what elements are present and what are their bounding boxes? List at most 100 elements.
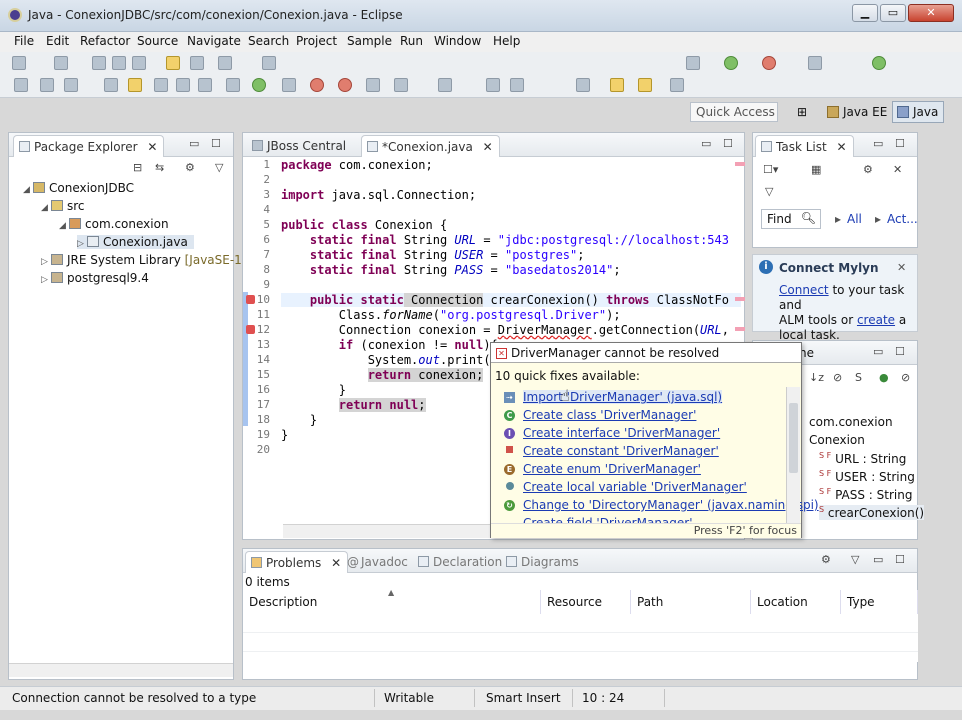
tab-package-explorer[interactable]: Package Explorer ✕ <box>13 135 165 157</box>
debug-gear-icon[interactable] <box>686 56 700 70</box>
quick-fix-create-field[interactable]: Create field 'DriverManager' <box>523 516 693 523</box>
terminate-icon[interactable] <box>486 78 500 92</box>
tree-item-java-file[interactable]: ▷ Conexion.java <box>77 235 194 249</box>
maximize-icon[interactable]: ☐ <box>895 137 905 150</box>
link-editor-icon[interactable]: ⇆ <box>155 161 164 174</box>
maximize-icon[interactable]: ☐ <box>895 345 905 358</box>
minimize-icon[interactable]: ▭ <box>189 137 199 150</box>
quick-fix-change-to[interactable]: Change to 'DirectoryManager' (javax.nami… <box>523 498 819 512</box>
chevron-down-icon[interactable]: ▽ <box>215 161 223 174</box>
quick-fix-create-constant[interactable]: Create constant 'DriverManager' <box>523 444 719 458</box>
task-find-input[interactable]: Find 🔍︎ <box>761 209 821 229</box>
outline-item[interactable]: Conexion <box>809 433 865 447</box>
comment-icon[interactable] <box>226 78 240 92</box>
close-icon[interactable]: ✕ <box>897 261 906 274</box>
sort-icon[interactable]: ↓z <box>809 371 824 384</box>
column-type[interactable]: Type <box>841 590 918 614</box>
tab-declaration[interactable]: Declaration <box>413 551 508 573</box>
close-icon[interactable]: ✕ <box>483 140 493 154</box>
maximize-button[interactable]: ▭ <box>880 4 906 22</box>
publish-icon[interactable] <box>190 56 204 70</box>
close-button[interactable]: ✕ <box>908 4 954 22</box>
quick-fix-scrollbar[interactable] <box>786 387 800 523</box>
focus-icon[interactable]: ⚙ <box>863 163 873 176</box>
overview-error-mark[interactable] <box>735 297 745 301</box>
tab-diagrams[interactable]: Diagrams <box>501 551 585 573</box>
minimize-icon[interactable]: ▭ <box>701 137 711 150</box>
tab-jboss-central[interactable]: JBoss Central <box>247 135 352 157</box>
outline-item[interactable]: S crearConexion() <box>819 505 925 520</box>
tab-javadoc[interactable]: @ Javadoc <box>341 551 414 573</box>
save-all-icon[interactable] <box>112 56 126 70</box>
run-icon[interactable] <box>724 56 738 70</box>
wand-icon[interactable] <box>64 78 78 92</box>
toggle-mark-icon[interactable] <box>154 78 168 92</box>
perspective-java[interactable]: Java <box>892 101 945 123</box>
tree-item-jre[interactable]: ▷ JRE System Library [JavaSE-1.8 <box>41 253 253 267</box>
outline-item[interactable]: S F URL : String <box>819 451 906 466</box>
quick-fix-import[interactable]: Import 'DriverManager' (java.sql) <box>523 390 723 404</box>
chevron-down-icon[interactable]: ▽ <box>765 185 773 198</box>
ladybug-icon[interactable] <box>338 78 352 92</box>
search-icon[interactable] <box>808 56 822 70</box>
chevron-down-icon[interactable]: ▽ <box>851 553 859 566</box>
menu-window[interactable]: Window <box>434 34 481 48</box>
tab-conexion-java[interactable]: *Conexion.java ✕ <box>361 135 500 157</box>
menu-source[interactable]: Source <box>137 34 178 48</box>
refresh-icon[interactable] <box>872 56 886 70</box>
quick-fix-create-enum[interactable]: Create enum 'DriverManager' <box>523 462 701 476</box>
tab-problems[interactable]: Problems ✕ <box>245 551 349 573</box>
connect-link[interactable]: Connect <box>779 283 829 297</box>
menu-help[interactable]: Help <box>493 34 520 48</box>
history-icon[interactable] <box>40 78 54 92</box>
suspend-icon[interactable] <box>366 78 380 92</box>
scroll-thumb[interactable] <box>789 403 798 473</box>
categorize-icon[interactable]: ▦ <box>811 163 821 176</box>
minimize-button[interactable]: ▁ <box>852 4 878 22</box>
quick-access-input[interactable]: Quick Access <box>690 102 778 122</box>
server-icon[interactable] <box>166 56 180 70</box>
rerun-icon[interactable] <box>252 78 266 92</box>
horizontal-scrollbar[interactable] <box>9 663 233 677</box>
minimize-icon[interactable]: ▭ <box>873 345 883 358</box>
tab-task-list[interactable]: Task List ✕ <box>755 135 854 157</box>
maximize-icon[interactable]: ☐ <box>211 137 221 150</box>
step-over-icon[interactable] <box>576 78 590 92</box>
checkbox-icon[interactable] <box>218 56 232 70</box>
column-path[interactable]: Path <box>631 590 751 614</box>
save-icon[interactable] <box>92 56 106 70</box>
close-icon[interactable]: ✕ <box>331 556 341 570</box>
close-icon[interactable]: ✕ <box>837 140 847 154</box>
outline-item[interactable]: com.conexion <box>809 415 893 429</box>
activate-link[interactable]: Act... <box>887 212 918 226</box>
view-menu-icon[interactable]: ⚙ <box>821 553 831 566</box>
overview-error-mark[interactable] <box>735 162 745 166</box>
tree-item-project[interactable]: ◢ ConexionJDBC <box>23 181 134 195</box>
perspective-java-ee[interactable]: Java EE <box>822 101 893 123</box>
step-icon[interactable] <box>510 78 524 92</box>
menu-sample[interactable]: Sample <box>347 34 392 48</box>
maximize-icon[interactable]: ☐ <box>895 553 905 566</box>
navigate-icon[interactable] <box>670 78 684 92</box>
new-project-icon[interactable] <box>54 56 68 70</box>
hide-fields-icon[interactable]: ⊘ <box>833 371 842 384</box>
breakpoint-icon[interactable] <box>104 78 118 92</box>
tree-item-postgresql[interactable]: ▷ postgresql9.4 <box>41 271 149 285</box>
column-location[interactable]: Location <box>751 590 841 614</box>
menu-edit[interactable]: Edit <box>46 34 69 48</box>
back-icon[interactable] <box>610 78 624 92</box>
team-icon[interactable] <box>14 78 28 92</box>
menu-file[interactable]: File <box>14 34 34 48</box>
forward-icon[interactable] <box>638 78 652 92</box>
tree-item-package[interactable]: ◢ com.conexion <box>59 217 169 231</box>
outline-item[interactable]: S F USER : String <box>819 469 915 484</box>
minimize-icon[interactable]: ▭ <box>873 137 883 150</box>
open-perspective-button[interactable]: ⊞ <box>796 101 814 123</box>
minimize-icon[interactable]: ▭ <box>873 553 883 566</box>
bug-icon[interactable] <box>310 78 324 92</box>
maximize-icon[interactable]: ☐ <box>723 137 733 150</box>
new-icon[interactable] <box>12 56 26 70</box>
hide-local-types-icon[interactable]: ⊘ <box>901 371 910 384</box>
run-config-icon[interactable] <box>762 56 776 70</box>
column-resource[interactable]: Resource <box>541 590 631 614</box>
